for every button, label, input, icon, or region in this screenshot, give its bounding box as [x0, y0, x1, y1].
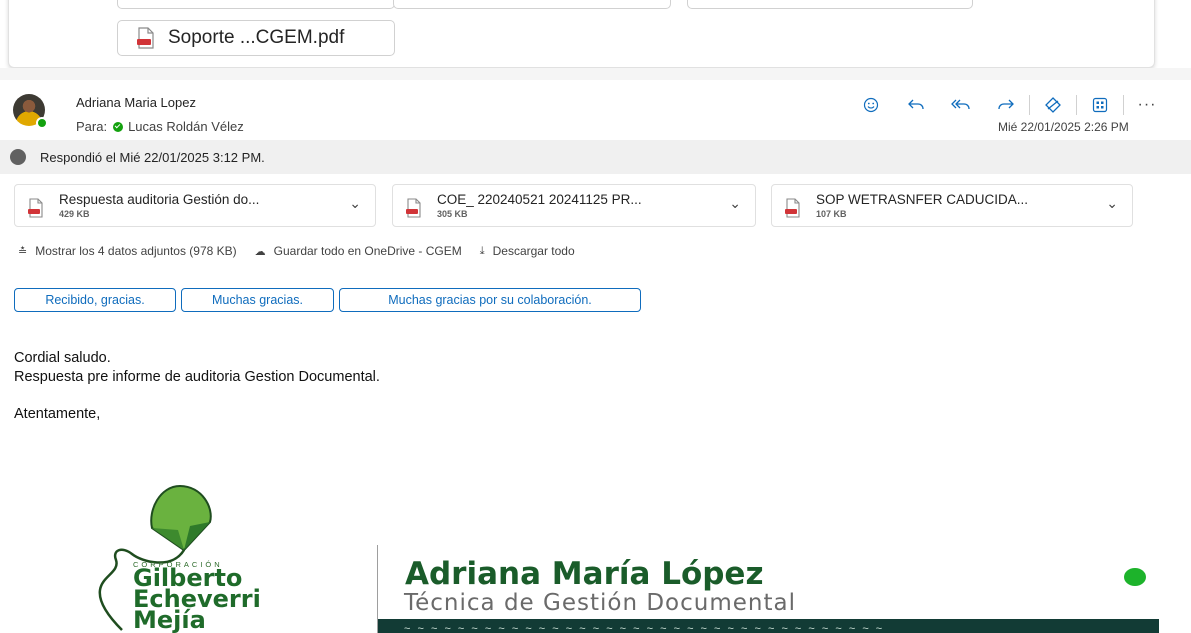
quick-reply-button[interactable]: Muchas gracias por su colaboración.: [339, 288, 641, 312]
previous-attachment-chip[interactable]: [393, 0, 671, 9]
save-onedrive-link[interactable]: ☁ Guardar todo en OneDrive - CGEM: [255, 244, 462, 258]
pdf-file-icon: [137, 27, 154, 49]
attachment-card[interactable]: COE_ 220240521 20241125 PR... 305 KB ⌄: [392, 184, 756, 227]
reply-all-icon[interactable]: [950, 94, 972, 116]
replied-notice: Respondió el Mié 22/01/2025 3:12 PM.: [0, 140, 1191, 174]
body-line: Respuesta pre informe de auditoria Gesti…: [14, 369, 380, 385]
forward-icon[interactable]: [995, 94, 1017, 116]
attachment-size: 305 KB: [437, 209, 468, 219]
cloud-icon: ☁: [254, 245, 266, 258]
download-all-link[interactable]: ⤓ Descargar todo: [480, 244, 575, 258]
message-actions: ···: [860, 94, 1181, 116]
info-icon: [10, 149, 26, 165]
message-date: Mié 22/01/2025 2:26 PM: [998, 120, 1129, 134]
previous-message-card: Soporte ...CGEM.pdf: [8, 0, 1155, 68]
previous-attachment-chip[interactable]: [687, 0, 973, 9]
pdf-file-icon: [406, 198, 421, 218]
org-name: Gilberto Echeverri Mejía: [133, 566, 261, 633]
attachment-card[interactable]: SOP WETRASNFER CADUCIDA... 107 KB ⌄: [771, 184, 1133, 227]
previous-attachment-chip[interactable]: [117, 0, 395, 9]
pdf-file-icon: [785, 198, 800, 218]
attachment-card[interactable]: Respuesta auditoria Gestión do... 429 KB…: [14, 184, 376, 227]
avatar[interactable]: [13, 94, 48, 129]
attachment-size: 107 KB: [816, 209, 847, 219]
chevron-down-icon[interactable]: ⌄: [349, 195, 361, 212]
show-all-attachments-link[interactable]: ≛ Mostrar los 4 datos adjuntos (978 KB): [18, 244, 237, 258]
download-all-label: Descargar todo: [492, 244, 575, 258]
green-dot-icon: [1124, 568, 1146, 586]
attachment-name: Respuesta auditoria Gestión do...: [59, 192, 260, 207]
separator-strip: [0, 68, 1191, 80]
signature-bar: ~ ~ ~ ~ ~ ~ ~ ~ ~ ~ ~ ~ ~ ~ ~ ~ ~ ~ ~ ~ …: [378, 619, 1159, 633]
presence-available-icon: [36, 117, 48, 129]
message-header: Adriana Maria Lopez Para: Lucas Roldán V…: [0, 80, 1191, 140]
pdf-attachment-chip[interactable]: Soporte ...CGEM.pdf: [117, 20, 395, 56]
emoji-icon[interactable]: [860, 94, 882, 116]
save-onedrive-label: Guardar todo en OneDrive - CGEM: [273, 244, 462, 258]
quick-replies: Recibido, gracias. Muchas gracias. Mucha…: [14, 288, 646, 312]
pdf-file-icon: [28, 198, 43, 218]
more-icon[interactable]: ···: [1136, 94, 1158, 116]
toolbar-divider: [1076, 95, 1077, 115]
show-all-label: Mostrar los 4 datos adjuntos (978 KB): [35, 244, 237, 258]
signature-bar-pattern: ~ ~ ~ ~ ~ ~ ~ ~ ~ ~ ~ ~ ~ ~ ~ ~ ~ ~ ~ ~ …: [404, 623, 885, 633]
body-closing: Atentamente,: [14, 406, 101, 422]
chevron-down-icon[interactable]: ⌄: [729, 195, 741, 212]
sensitivity-icon[interactable]: [1042, 94, 1064, 116]
recipient-presence-icon: [113, 121, 124, 132]
to-label: Para:: [76, 119, 108, 134]
replied-text: Respondió el Mié 22/01/2025 3:12 PM.: [40, 149, 265, 165]
org-line: Mejía: [133, 606, 206, 633]
recipient-line: Para: Lucas Roldán Vélez: [76, 119, 244, 134]
recipient-name[interactable]: Lucas Roldán Vélez: [128, 119, 244, 134]
chevron-down-icon[interactable]: ⌄: [1106, 195, 1118, 212]
attachment-size: 429 KB: [59, 209, 90, 219]
message-body: Cordial saludo. Respuesta pre informe de…: [14, 349, 380, 424]
sender-name[interactable]: Adriana Maria Lopez: [76, 95, 196, 110]
quick-reply-button[interactable]: Muchas gracias.: [181, 288, 334, 312]
double-chevron-down-icon: ≛: [18, 245, 28, 258]
body-line: Cordial saludo.: [14, 350, 111, 366]
reply-icon[interactable]: [905, 94, 927, 116]
signature-title: Técnica de Gestión Documental: [404, 590, 796, 616]
attachment-name: SOP WETRASNFER CADUCIDA...: [816, 192, 1029, 207]
signature-name: Adriana María López: [405, 556, 764, 592]
attachment-actions: ≛ Mostrar los 4 datos adjuntos (978 KB) ☁…: [18, 244, 593, 258]
download-icon: ⤓: [479, 244, 485, 257]
toolbar-divider: [1029, 95, 1030, 115]
toolbar-divider: [1123, 95, 1124, 115]
attachment-name: COE_ 220240521 20241125 PR...: [437, 192, 642, 207]
apps-icon[interactable]: [1089, 94, 1111, 116]
quick-reply-button[interactable]: Recibido, gracias.: [14, 288, 176, 312]
pdf-attachment-name: Soporte ...CGEM.pdf: [168, 27, 345, 48]
